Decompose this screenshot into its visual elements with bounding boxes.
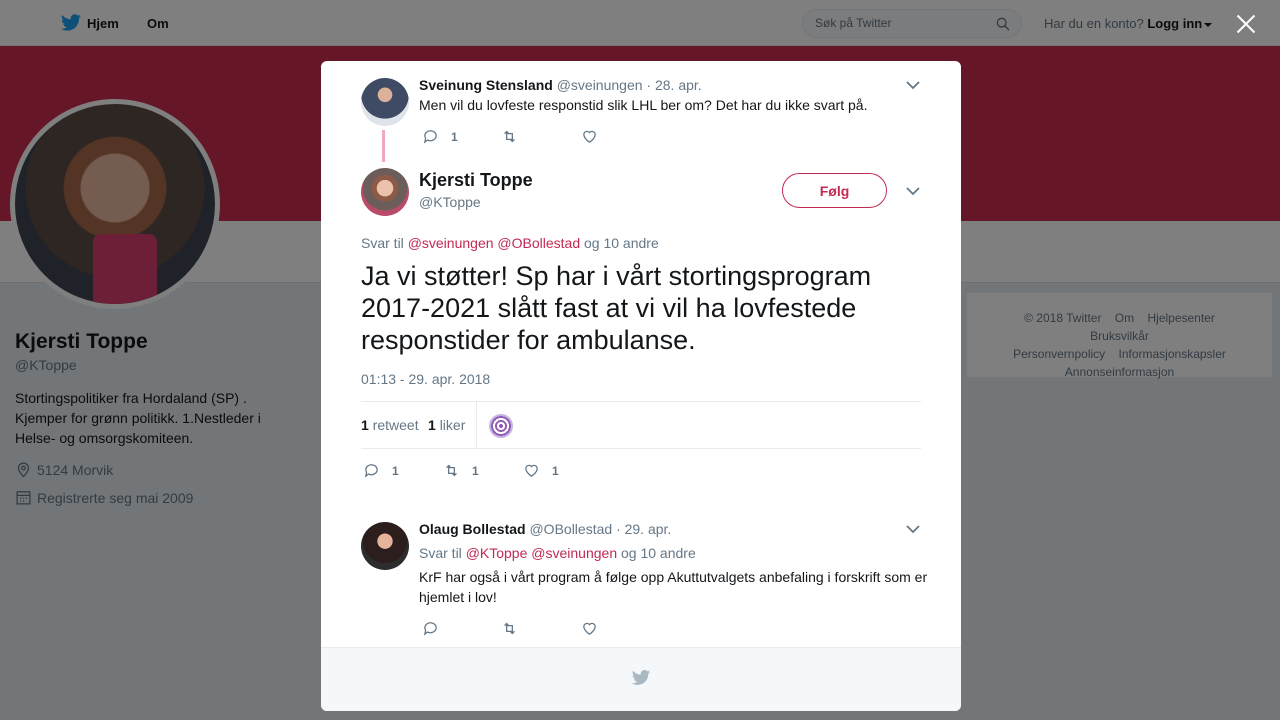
reply-button[interactable]: 1 <box>363 462 399 479</box>
heart-icon <box>583 622 596 635</box>
retweet-count: 1 <box>472 463 479 478</box>
reply-mention-link[interactable]: @sveinungen <box>531 545 617 561</box>
main-tweet-reply-context: Svar til @sveinungen @OBollestad og 10 a… <box>361 235 659 251</box>
reply-tweet-date[interactable]: · 29. apr. <box>616 521 671 537</box>
follow-button[interactable]: Følg <box>782 173 887 208</box>
reply-tweet-author-handle[interactable]: @OBollestad <box>529 521 612 537</box>
reply-button[interactable]: 1 <box>422 128 458 145</box>
reply-tweet-reply-context: Svar til @KToppe @sveinungen og 10 andre <box>419 545 696 561</box>
reply-mention-link[interactable]: @OBollestad <box>497 235 580 251</box>
reply-mention-link[interactable]: @sveinungen <box>408 235 494 251</box>
reply-tweet-author-name[interactable]: Olaug Bollestad <box>419 521 526 537</box>
reply-count: 1 <box>451 129 458 144</box>
retweet-stat-label: retweet <box>372 417 419 433</box>
heart-icon <box>525 464 538 477</box>
reply-count: 1 <box>392 463 399 478</box>
tweet-stats: 1 retweet 1 liker <box>361 401 921 449</box>
reply-prefix: Svar til <box>419 545 462 561</box>
chevron-down-icon[interactable] <box>906 524 920 534</box>
retweet-button[interactable]: 1 <box>443 462 479 479</box>
thread-connector <box>382 130 385 162</box>
retweet-stat[interactable]: 1 retweet <box>361 417 419 433</box>
main-tweet-author-handle[interactable]: @KToppe <box>419 194 481 210</box>
like-button[interactable] <box>581 128 610 145</box>
main-tweet-author-name[interactable]: Kjersti Toppe <box>419 170 533 191</box>
parent-tweet-header: Sveinung Stensland @sveinungen · 28. apr… <box>419 77 702 93</box>
reply-tweet-header: Olaug Bollestad @OBollestad · 29. apr. <box>419 521 671 537</box>
parent-tweet-author-handle[interactable]: @sveinungen <box>557 77 643 93</box>
main-tweet-text: Ja vi støtter! Sp har i vårt stortingspr… <box>361 261 872 355</box>
reply-mention-link[interactable]: @KToppe <box>466 545 528 561</box>
tweet-modal: Sveinung Stensland @sveinungen · 28. apr… <box>321 61 961 711</box>
liker-avatar[interactable] <box>489 414 513 438</box>
retweet-icon <box>504 130 515 143</box>
parent-tweet-text: Men vil du lovfeste responstid slik LHL … <box>419 97 868 113</box>
reply-icon <box>423 622 437 636</box>
reply-tweet-text: KrF har også i vårt program å følge opp … <box>419 569 928 605</box>
like-count: 1 <box>552 463 559 478</box>
main-tweet-timestamp[interactable]: 01:13 - 29. apr. 2018 <box>361 371 490 387</box>
like-stat-label: liker <box>439 417 466 433</box>
reply-button[interactable] <box>422 620 451 637</box>
parent-tweet-author-name[interactable]: Sveinung Stensland <box>419 77 553 93</box>
like-button[interactable]: 1 <box>523 462 559 479</box>
like-stat[interactable]: 1 liker <box>428 417 465 433</box>
chevron-down-icon[interactable] <box>906 186 920 196</box>
chevron-down-icon[interactable] <box>906 80 920 90</box>
avatar[interactable] <box>361 522 409 570</box>
retweet-stat-count: 1 <box>361 417 369 433</box>
like-button[interactable] <box>581 620 610 637</box>
modal-footer <box>321 647 961 711</box>
close-icon[interactable] <box>1234 12 1258 36</box>
retweet-button[interactable] <box>501 128 530 145</box>
retweet-button[interactable] <box>501 620 530 637</box>
reply-icon <box>423 130 437 144</box>
avatar[interactable] <box>361 168 409 216</box>
heart-icon <box>583 130 596 143</box>
like-stat-count: 1 <box>428 417 436 433</box>
twitter-bird-icon <box>631 670 651 685</box>
reply-icon <box>364 464 378 478</box>
retweet-icon <box>446 464 457 477</box>
parent-tweet-date[interactable]: · 28. apr. <box>646 77 701 93</box>
avatar[interactable] <box>361 78 409 126</box>
reply-others-link[interactable]: og 10 andre <box>584 235 659 251</box>
retweet-icon <box>504 622 515 635</box>
reply-prefix: Svar til <box>361 235 404 251</box>
reply-others-link[interactable]: og 10 andre <box>621 545 696 561</box>
stats-divider <box>476 402 477 448</box>
